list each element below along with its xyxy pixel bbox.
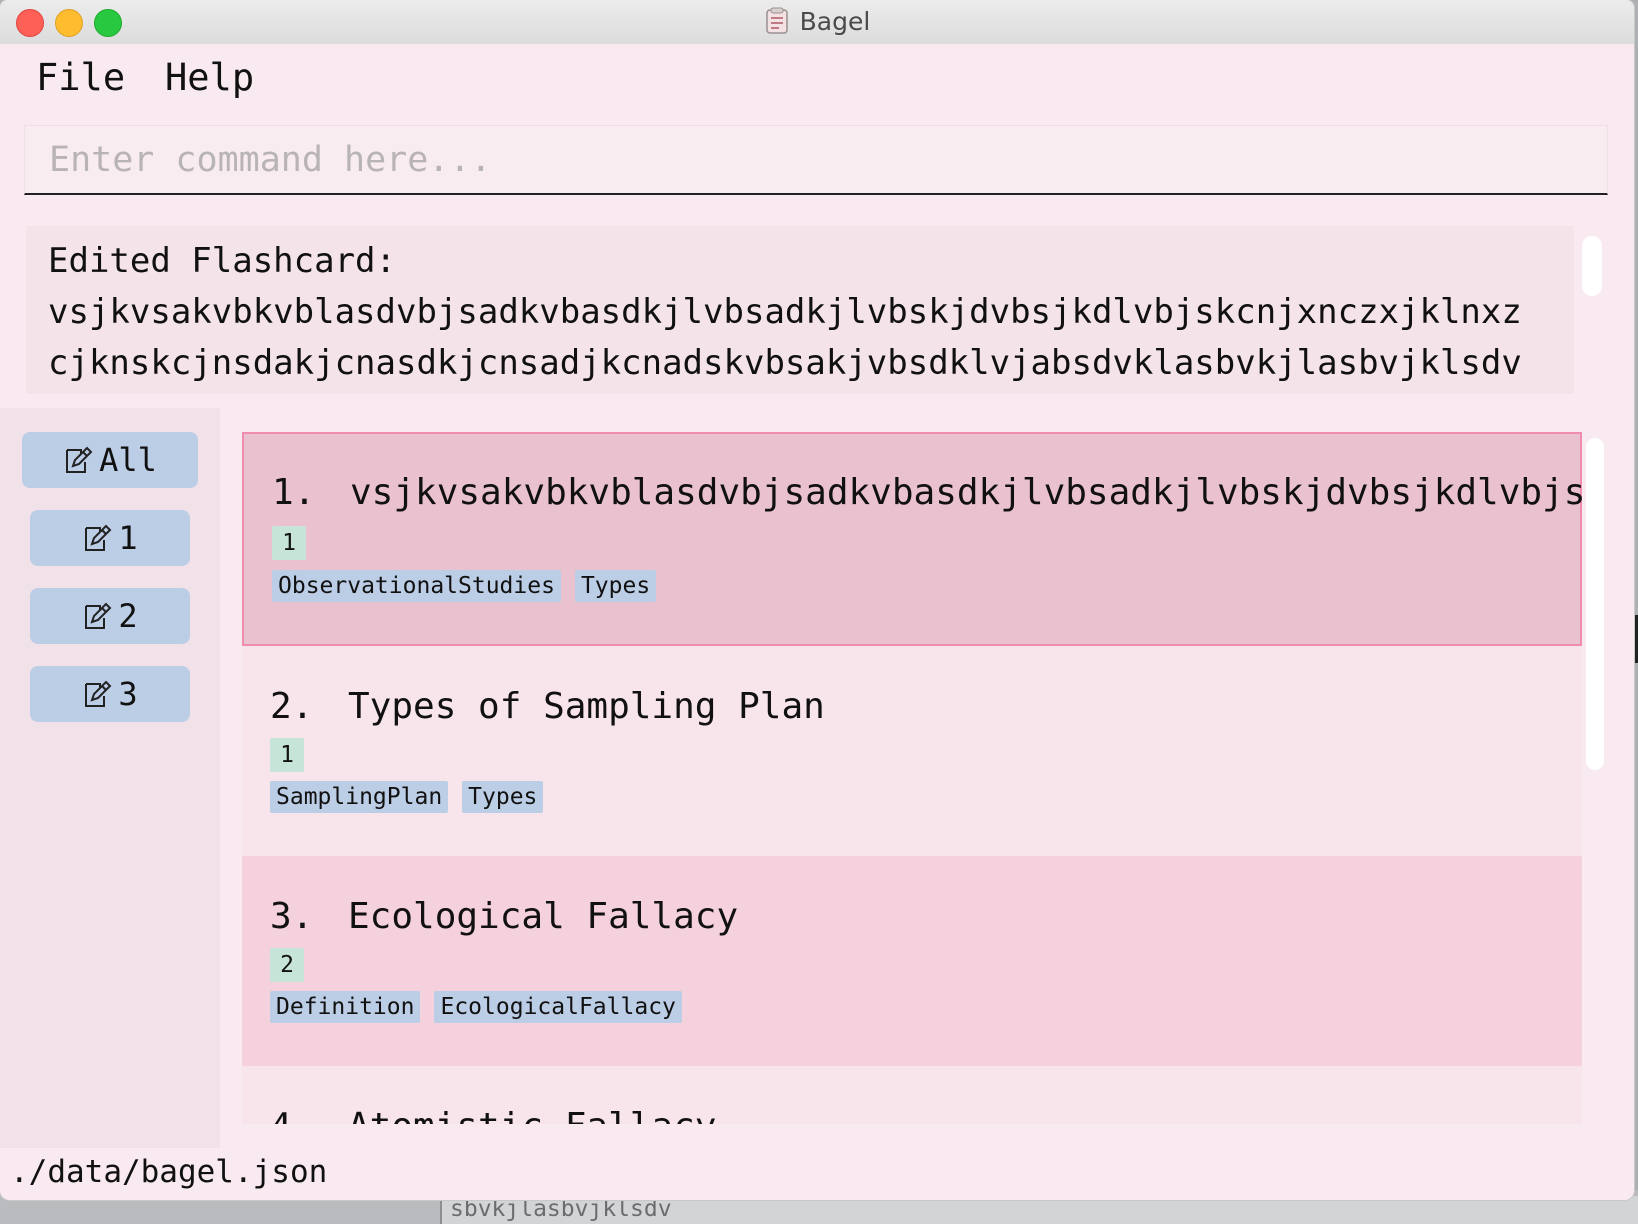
flashcard-question: Ecological Fallacy: [348, 896, 739, 937]
background-edge: [1634, 615, 1638, 663]
tab-set-3-label: 3: [118, 675, 138, 713]
flashcard-item[interactable]: 2. Types of Sampling Plan 1 SamplingPlan …: [242, 646, 1582, 856]
tab-set-2[interactable]: 2: [30, 588, 190, 644]
flashcard-index: 3.: [270, 896, 314, 937]
result-scrollbar[interactable]: [1582, 236, 1602, 296]
list-scrollbar[interactable]: [1586, 438, 1604, 770]
command-input[interactable]: [25, 126, 1607, 193]
flashcard-index: 4.: [270, 1106, 348, 1124]
flashcard-item[interactable]: 3. Ecological Fallacy 2 Definition Ecolog…: [242, 856, 1582, 1066]
flashcard-index: 1.: [272, 472, 316, 513]
flashcard-question: vsjkvsakvbkvblasdvbjsadkvbasdkjlvbsadkjl…: [350, 472, 1582, 513]
tag: EcologicalFallacy: [434, 991, 682, 1023]
flashcard-title: 2. Types of Sampling Plan: [270, 686, 825, 727]
set-badge: 1: [272, 526, 306, 560]
edit-note-icon: [85, 602, 112, 629]
edit-note-icon: [85, 524, 112, 551]
command-box: [24, 125, 1608, 195]
flashcard-title: 1. vsjkvsakvbkvblasdvbjsadkvbasdkjlvbsadk…: [272, 472, 1582, 513]
flashcard-title: 3. Ecological Fallacy: [270, 896, 738, 937]
tab-set-2-label: 2: [118, 597, 138, 635]
result-display[interactable]: Edited Flashcard: vsjkvsakvbkvblasdvbjsa…: [26, 226, 1574, 394]
flashcard-title: 4.Atomistic Fallacy: [270, 1106, 716, 1124]
window-title: Bagel: [0, 7, 1634, 36]
app-window: Bagel File Help Edited Flashcard: vsjkvs…: [0, 0, 1634, 1200]
set-badge: 1: [270, 738, 304, 772]
flashcard-item[interactable]: 4.Atomistic Fallacy: [242, 1066, 1582, 1124]
tag-list: SamplingPlan Types: [270, 781, 544, 813]
tab-set-1-label: 1: [118, 519, 138, 557]
set-badge: 2: [270, 948, 304, 982]
flashcard-item[interactable]: 1. vsjkvsakvbkvblasdvbjsadkvbasdkjlvbsadk…: [242, 432, 1582, 646]
tab-set-1[interactable]: 1: [30, 510, 190, 566]
tag-list: ObservationalStudies Types: [272, 570, 657, 602]
window-title-text: Bagel: [799, 7, 871, 36]
result-text: Edited Flashcard: vsjkvsakvbkvblasdvbjsa…: [48, 241, 1522, 383]
tag: Types: [574, 570, 657, 602]
menu-help[interactable]: Help: [165, 56, 254, 99]
flashcard-question: Atomistic Fallacy: [348, 1106, 716, 1124]
set-sidebar: All 1 2 3: [0, 408, 220, 1148]
edit-note-icon: [85, 680, 112, 707]
tab-all[interactable]: All: [22, 432, 198, 488]
status-bar: ./data/bagel.json: [0, 1148, 1634, 1200]
menu-bar: File Help: [0, 44, 1634, 112]
tag: ObservationalStudies: [272, 570, 561, 602]
flashcard-list[interactable]: 1. vsjkvsakvbkvblasdvbjsadkvbasdkjlvbsadk…: [242, 432, 1582, 1124]
flashcard-question: Types of Sampling Plan: [348, 686, 825, 727]
tag-list: Definition EcologicalFallacy: [270, 991, 682, 1023]
tag: SamplingPlan: [270, 781, 449, 813]
bagel-app-icon: [765, 7, 788, 34]
edit-note-icon: [66, 446, 93, 473]
tag: Definition: [270, 991, 421, 1023]
tab-set-3[interactable]: 3: [30, 666, 190, 722]
menu-file[interactable]: File: [36, 56, 125, 99]
title-bar: Bagel: [0, 0, 1634, 45]
tag: Types: [462, 781, 544, 813]
data-file-path: ./data/bagel.json: [10, 1154, 328, 1190]
flashcard-index: 2.: [270, 686, 314, 727]
tab-all-label: All: [99, 441, 157, 479]
